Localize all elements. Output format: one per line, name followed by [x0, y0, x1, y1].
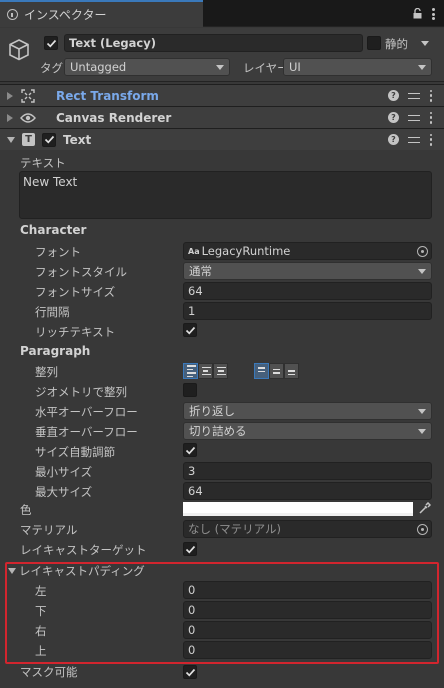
- eye-icon: [20, 112, 36, 123]
- chevron-down-icon: [418, 428, 426, 434]
- raycast-target-label: レイキャストターゲット: [20, 543, 147, 557]
- component-title: Text: [63, 132, 92, 147]
- horizontal-overflow-value: 折り返し: [189, 404, 235, 418]
- component-title: Rect Transform: [56, 88, 159, 103]
- lock-icon[interactable]: [413, 8, 422, 19]
- object-header: Text (Legacy) 静的 タグ Untagged レイヤー UI: [0, 28, 444, 82]
- min-size-field[interactable]: 3: [183, 462, 432, 480]
- help-icon[interactable]: ?: [388, 134, 399, 145]
- tab-title: インスペクター: [24, 8, 107, 22]
- rich-text-checkbox[interactable]: [183, 323, 197, 337]
- font-style-value: 通常: [189, 264, 212, 278]
- preset-icon[interactable]: [408, 113, 420, 123]
- alignment-label: 整列: [35, 365, 58, 379]
- align-right-button[interactable]: [213, 363, 228, 379]
- tab-menu-icon[interactable]: [428, 7, 438, 21]
- align-by-geometry-label: ジオメトリで整列: [35, 385, 127, 399]
- rich-text-label: リッチテキスト: [35, 325, 116, 339]
- chevron-down-icon: [418, 408, 426, 414]
- tag-value: Untagged: [70, 60, 127, 74]
- component-menu-icon[interactable]: [429, 133, 433, 146]
- max-size-field[interactable]: 64: [183, 482, 432, 500]
- object-picker-icon[interactable]: [417, 246, 428, 257]
- material-label: マテリアル: [20, 523, 78, 537]
- static-dropdown-icon[interactable]: [421, 41, 429, 46]
- align-left-button[interactable]: [183, 363, 198, 379]
- paragraph-header: Paragraph: [20, 344, 91, 358]
- chevron-down-icon: [418, 268, 426, 274]
- static-checkbox[interactable]: [367, 36, 381, 50]
- highlight-box: [5, 562, 439, 664]
- align-bottom-button[interactable]: [284, 363, 299, 379]
- preset-icon[interactable]: [408, 135, 420, 145]
- layer-dropdown[interactable]: UI: [283, 58, 432, 76]
- component-rect-transform[interactable]: Rect Transform ?: [0, 84, 444, 106]
- character-header: Character: [20, 223, 87, 237]
- align-center-button[interactable]: [198, 363, 213, 379]
- material-value: なし (マテリアル): [188, 522, 282, 536]
- align-by-geometry-checkbox[interactable]: [183, 383, 197, 397]
- component-canvas-renderer[interactable]: Canvas Renderer ?: [0, 106, 444, 128]
- vertical-alignment-group: [254, 363, 299, 379]
- rect-transform-icon: [21, 88, 35, 103]
- material-field[interactable]: なし (マテリアル): [183, 520, 432, 538]
- text-label: テキスト: [20, 156, 66, 170]
- text-area[interactable]: New Text: [19, 171, 432, 219]
- info-icon: [7, 9, 18, 20]
- line-spacing-label: 行間隔: [35, 305, 70, 319]
- font-size-field[interactable]: 64: [183, 282, 432, 300]
- gameobject-cube-icon: [9, 39, 29, 61]
- static-label: 静的: [385, 37, 408, 51]
- component-menu-icon[interactable]: [429, 89, 433, 102]
- active-checkbox[interactable]: [44, 36, 58, 50]
- component-text[interactable]: T Text ?: [0, 128, 444, 150]
- raycast-target-checkbox[interactable]: [183, 542, 197, 556]
- foldout-arrow-icon[interactable]: [7, 91, 13, 100]
- text-enabled-checkbox[interactable]: [42, 132, 56, 147]
- tab-bar: インスペクター: [0, 0, 444, 27]
- tab-inspector[interactable]: インスペクター: [0, 0, 203, 27]
- font-asset-icon: Aa: [188, 246, 200, 256]
- font-size-label: フォントサイズ: [35, 285, 116, 299]
- horizontal-overflow-label: 水平オーバーフロー: [35, 405, 138, 419]
- font-style-dropdown[interactable]: 通常: [183, 262, 432, 280]
- line-spacing-field[interactable]: 1: [183, 302, 432, 320]
- best-fit-label: サイズ自動調節: [35, 445, 116, 459]
- chevron-down-icon: [216, 64, 224, 70]
- chevron-down-icon: [418, 64, 426, 70]
- align-top-button[interactable]: [254, 363, 269, 379]
- max-size-label: 最大サイズ: [35, 485, 93, 499]
- horizontal-alignment-group: [183, 363, 228, 379]
- maskable-label: マスク可能: [20, 665, 78, 679]
- foldout-arrow-icon[interactable]: [7, 136, 15, 143]
- help-icon[interactable]: ?: [388, 90, 399, 101]
- min-size-label: 最小サイズ: [35, 465, 93, 479]
- component-title: Canvas Renderer: [56, 110, 172, 125]
- text-component-icon: T: [22, 133, 35, 146]
- font-style-label: フォントスタイル: [35, 265, 127, 279]
- horizontal-overflow-dropdown[interactable]: 折り返し: [183, 402, 432, 420]
- align-middle-button[interactable]: [269, 363, 284, 379]
- tag-dropdown[interactable]: Untagged: [64, 58, 230, 76]
- font-label: フォント: [35, 245, 81, 259]
- vertical-overflow-value: 切り詰める: [189, 424, 247, 438]
- best-fit-checkbox[interactable]: [183, 443, 197, 457]
- vertical-overflow-dropdown[interactable]: 切り詰める: [183, 422, 432, 440]
- object-picker-icon[interactable]: [417, 524, 428, 535]
- maskable-checkbox[interactable]: [183, 665, 197, 679]
- tag-label: タグ: [40, 61, 63, 75]
- component-menu-icon[interactable]: [429, 111, 433, 124]
- color-label: 色: [20, 503, 32, 517]
- foldout-arrow-icon[interactable]: [7, 113, 13, 122]
- eyedropper-icon[interactable]: [418, 502, 431, 515]
- object-name-field[interactable]: Text (Legacy): [64, 34, 363, 52]
- help-icon[interactable]: ?: [388, 112, 399, 123]
- color-swatch[interactable]: [183, 502, 413, 516]
- layer-value: UI: [289, 60, 301, 74]
- font-field[interactable]: Aa LegacyRuntime: [183, 242, 432, 260]
- layer-label: レイヤー: [243, 61, 289, 75]
- font-value: LegacyRuntime: [201, 244, 291, 258]
- vertical-overflow-label: 垂直オーバーフロー: [35, 425, 138, 439]
- preset-icon[interactable]: [408, 91, 420, 101]
